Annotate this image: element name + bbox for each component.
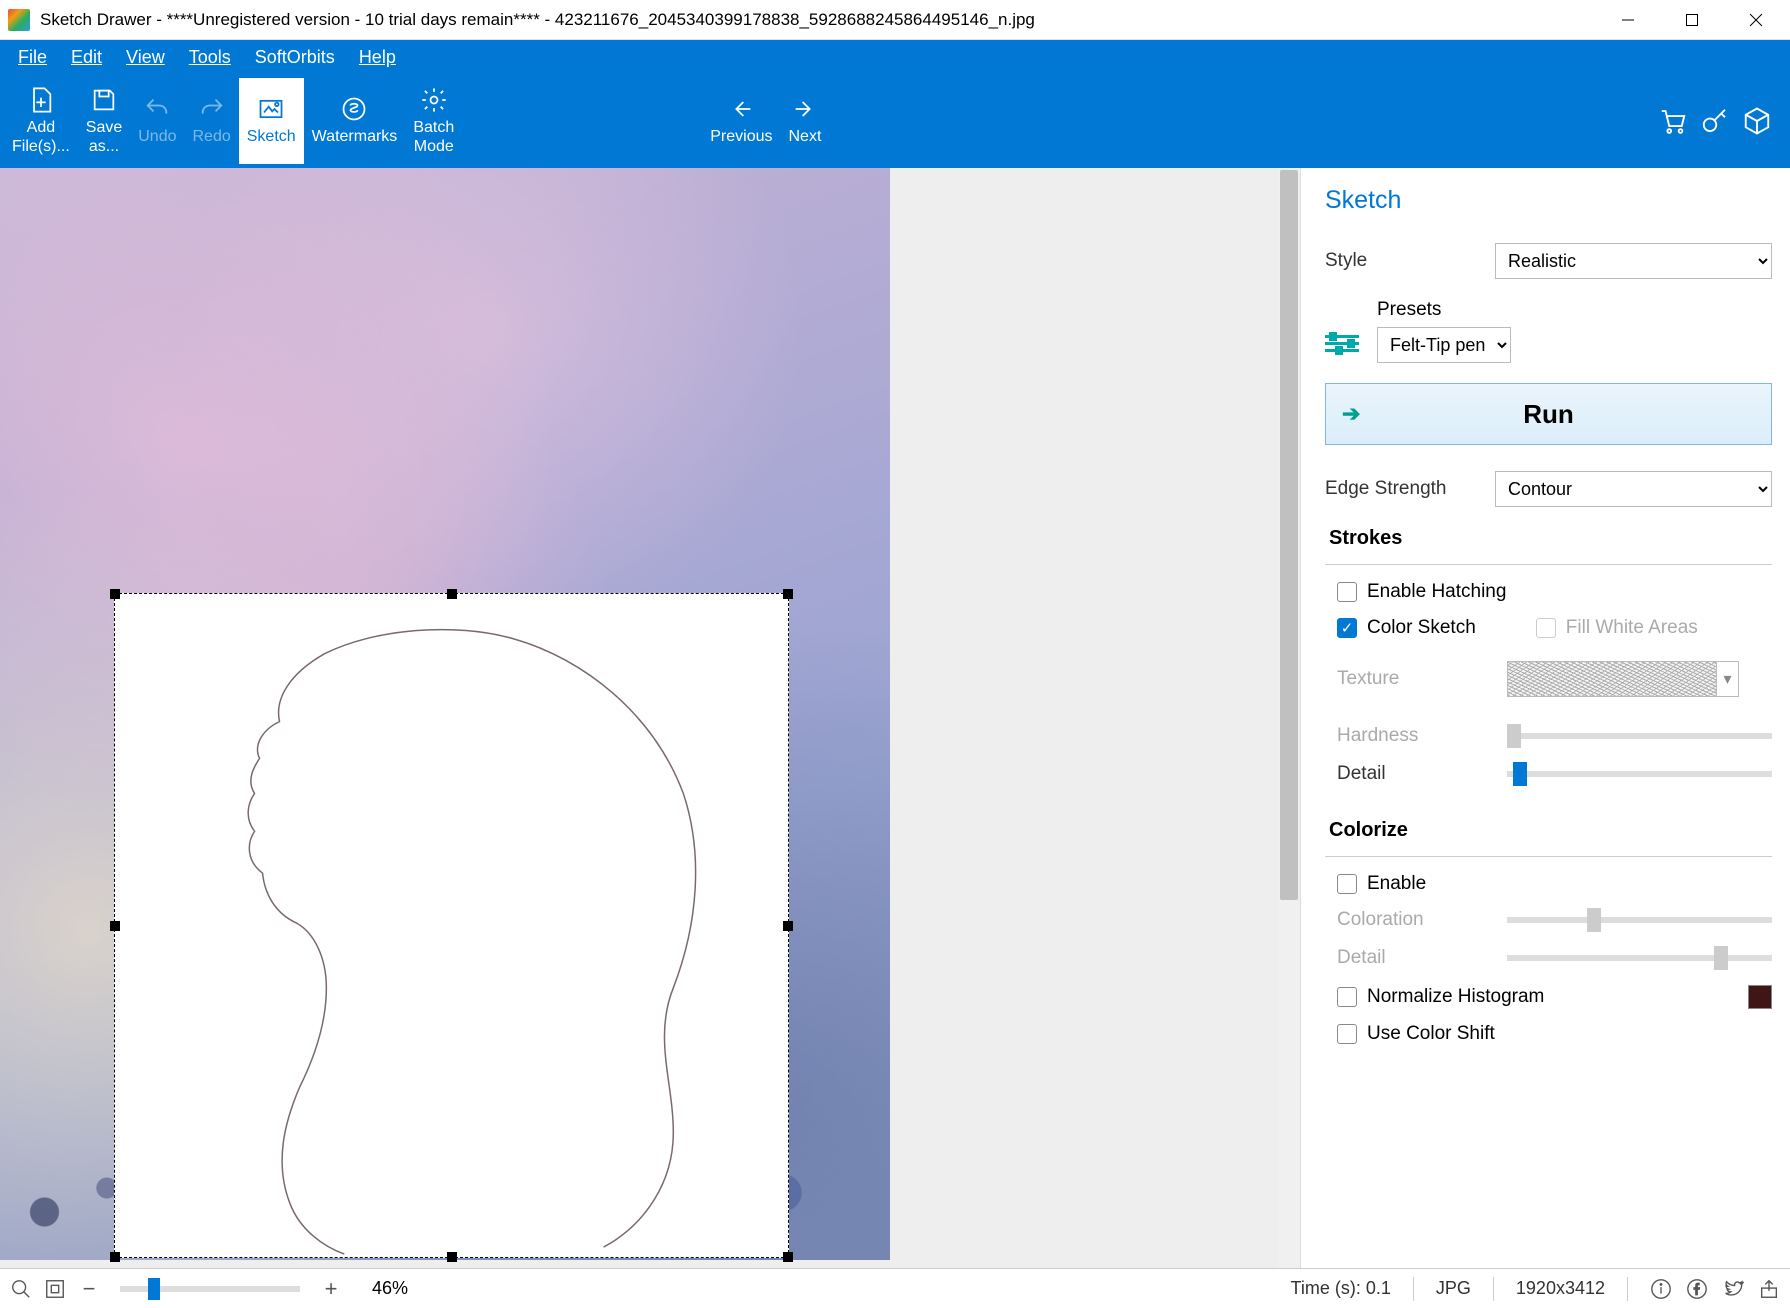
- edge-strength-label: Edge Strength: [1325, 478, 1495, 500]
- handle-n[interactable]: [447, 589, 457, 599]
- toolbar: Add File(s)... Save as... Undo Redo Sket…: [0, 74, 1790, 168]
- facebook-icon[interactable]: [1686, 1278, 1708, 1300]
- style-label: Style: [1325, 250, 1495, 272]
- menu-view[interactable]: View: [114, 43, 177, 72]
- texture-dropdown[interactable]: ▾: [1717, 661, 1739, 697]
- run-button[interactable]: ➔ Run: [1325, 383, 1772, 445]
- batch-mode-button[interactable]: Batch Mode: [405, 78, 462, 164]
- menu-file[interactable]: File: [6, 43, 59, 72]
- handle-nw[interactable]: [110, 589, 120, 599]
- presets-select[interactable]: Felt-Tip pen: [1377, 327, 1511, 363]
- undo-icon: [143, 95, 171, 123]
- share-icon[interactable]: [1758, 1278, 1780, 1300]
- hardness-label: Hardness: [1337, 725, 1507, 747]
- batch-icon: [420, 86, 448, 114]
- vertical-scrollbar[interactable]: [1278, 168, 1300, 1268]
- texture-label: Texture: [1337, 668, 1507, 690]
- save-as-button[interactable]: Save as...: [78, 78, 130, 164]
- use-color-shift-checkbox[interactable]: [1337, 1024, 1357, 1044]
- panel-title: Sketch: [1325, 186, 1772, 215]
- handle-se[interactable]: [783, 1252, 793, 1262]
- normalize-histogram-label: Normalize Histogram: [1367, 986, 1544, 1008]
- app-icon: [8, 9, 30, 31]
- handle-ne[interactable]: [783, 589, 793, 599]
- strokes-detail-slider[interactable]: [1507, 771, 1772, 777]
- status-bar: − + 46% Time (s): 0.1 JPG 1920x3412: [0, 1268, 1790, 1308]
- sketch-icon: [257, 95, 285, 123]
- color-swatch[interactable]: [1748, 985, 1772, 1009]
- hardness-slider[interactable]: [1507, 733, 1772, 739]
- info-icon[interactable]: [1650, 1278, 1672, 1300]
- sketch-panel: Sketch Style Realistic Presets Felt-Tip …: [1300, 168, 1790, 1268]
- zoom-in-button[interactable]: +: [320, 1278, 342, 1300]
- presets-label: Presets: [1377, 299, 1772, 321]
- menu-tools[interactable]: Tools: [177, 43, 243, 72]
- key-icon[interactable]: [1700, 106, 1730, 136]
- coloration-slider[interactable]: [1507, 917, 1772, 923]
- zoom-value: 46%: [372, 1278, 408, 1299]
- handle-s[interactable]: [447, 1252, 457, 1262]
- save-icon: [90, 86, 118, 114]
- menu-edit[interactable]: Edit: [59, 43, 114, 72]
- colorize-detail-label: Detail: [1337, 947, 1507, 969]
- zoom-out-button[interactable]: −: [78, 1278, 100, 1300]
- package-icon[interactable]: [1742, 106, 1772, 136]
- next-button[interactable]: Next: [780, 78, 829, 164]
- twitter-icon[interactable]: [1722, 1278, 1744, 1300]
- window-title: Sketch Drawer - ****Unregistered version…: [36, 10, 1596, 30]
- zoom-actual-icon[interactable]: [10, 1278, 32, 1300]
- selection-region[interactable]: [114, 593, 789, 1258]
- style-select[interactable]: Realistic: [1495, 243, 1772, 279]
- fill-white-checkbox[interactable]: [1536, 618, 1556, 638]
- strokes-title: Strokes: [1329, 527, 1772, 550]
- zoom-slider[interactable]: [120, 1286, 300, 1292]
- colorize-enable-checkbox[interactable]: [1337, 874, 1357, 894]
- previous-button[interactable]: Previous: [702, 78, 780, 164]
- sketch-preview: [115, 594, 788, 1257]
- menu-bar: File Edit View Tools SoftOrbits Help: [0, 40, 1790, 74]
- menu-softorbits[interactable]: SoftOrbits: [243, 43, 347, 72]
- edge-strength-select[interactable]: Contour: [1495, 471, 1772, 507]
- sketch-tool-button[interactable]: Sketch: [239, 78, 304, 164]
- minimize-button[interactable]: [1596, 0, 1660, 40]
- status-dimensions: 1920x3412: [1516, 1278, 1605, 1299]
- colorize-enable-label: Enable: [1367, 873, 1426, 895]
- status-format: JPG: [1436, 1278, 1471, 1299]
- use-color-shift-label: Use Color Shift: [1367, 1023, 1495, 1045]
- close-button[interactable]: [1724, 0, 1788, 40]
- canvas-area[interactable]: [0, 168, 1300, 1268]
- maximize-button[interactable]: [1660, 0, 1724, 40]
- presets-icon[interactable]: [1325, 327, 1359, 359]
- undo-button[interactable]: Undo: [130, 78, 184, 164]
- fill-white-label: Fill White Areas: [1566, 617, 1698, 639]
- strokes-detail-label: Detail: [1337, 763, 1507, 785]
- normalize-histogram-checkbox[interactable]: [1337, 987, 1357, 1007]
- enable-hatching-label: Enable Hatching: [1367, 581, 1506, 603]
- colorize-detail-slider[interactable]: [1507, 955, 1772, 961]
- texture-preview: [1507, 661, 1717, 697]
- status-time: Time (s): 0.1: [1291, 1278, 1391, 1299]
- redo-button[interactable]: Redo: [185, 78, 239, 164]
- handle-e[interactable]: [783, 921, 793, 931]
- run-arrow-icon: ➔: [1342, 401, 1360, 427]
- color-sketch-label: Color Sketch: [1367, 617, 1476, 639]
- color-sketch-checkbox[interactable]: [1337, 618, 1357, 638]
- colorize-title: Colorize: [1329, 819, 1772, 842]
- add-file-icon: [27, 86, 55, 114]
- cart-icon[interactable]: [1658, 106, 1688, 136]
- handle-w[interactable]: [110, 921, 120, 931]
- watermark-icon: [340, 95, 368, 123]
- handle-sw[interactable]: [110, 1252, 120, 1262]
- add-files-button[interactable]: Add File(s)...: [4, 78, 78, 164]
- menu-help[interactable]: Help: [347, 43, 408, 72]
- arrow-left-icon: [727, 95, 755, 123]
- coloration-label: Coloration: [1337, 909, 1507, 931]
- title-bar: Sketch Drawer - ****Unregistered version…: [0, 0, 1790, 40]
- watermarks-button[interactable]: Watermarks: [304, 78, 406, 164]
- zoom-fit-icon[interactable]: [44, 1278, 66, 1300]
- enable-hatching-checkbox[interactable]: [1337, 582, 1357, 602]
- redo-icon: [198, 95, 226, 123]
- arrow-right-icon: [791, 95, 819, 123]
